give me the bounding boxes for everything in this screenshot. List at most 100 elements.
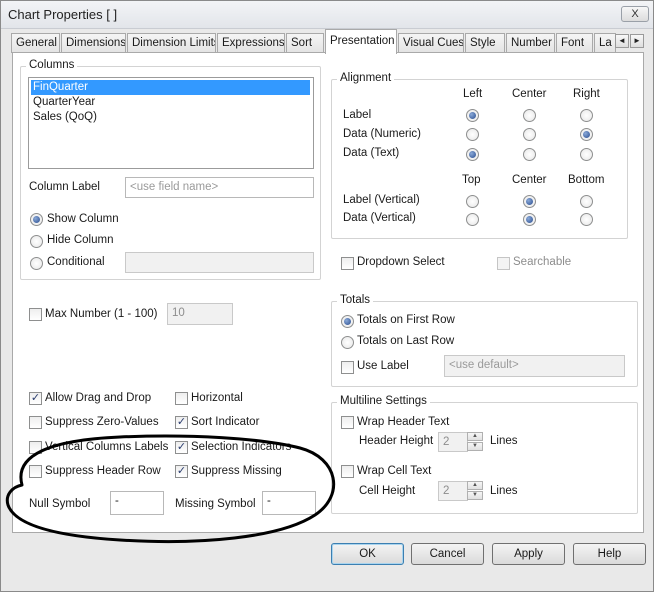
dropdown-select-checkbox[interactable] bbox=[341, 257, 354, 270]
tab-sort[interactable]: Sort bbox=[286, 33, 324, 53]
tab-scroll-right-icon[interactable]: ► bbox=[630, 34, 644, 48]
valign-header-center: Center bbox=[512, 174, 547, 186]
sort-indicator-checkbox[interactable]: ✓ bbox=[175, 416, 188, 429]
tab-scroll-left-icon[interactable]: ◄ bbox=[615, 34, 629, 48]
max-number-label: Max Number (1 - 100) bbox=[45, 308, 158, 320]
tab-layout-partial[interactable]: La bbox=[594, 33, 616, 53]
data-vertical-top-radio[interactable] bbox=[466, 213, 479, 226]
valign-row-label: Label (Vertical) bbox=[343, 194, 420, 206]
hide-column-radio[interactable] bbox=[30, 235, 43, 248]
use-label-checkbox[interactable] bbox=[341, 361, 354, 374]
header-height-unit: Lines bbox=[490, 435, 518, 447]
null-symbol-input[interactable]: - bbox=[110, 491, 164, 515]
show-column-radio[interactable] bbox=[30, 213, 43, 226]
conditional-radio[interactable] bbox=[30, 257, 43, 270]
allow-drag-drop-checkbox[interactable]: ✓ bbox=[29, 392, 42, 405]
max-number-checkbox[interactable] bbox=[29, 308, 42, 321]
numeric-center-radio[interactable] bbox=[523, 128, 536, 141]
tab-dimension-limits[interactable]: Dimension Limits bbox=[127, 33, 216, 53]
use-label-label: Use Label bbox=[357, 360, 409, 372]
tab-font[interactable]: Font bbox=[556, 33, 593, 53]
max-number-input: 10 bbox=[167, 303, 233, 325]
cell-height-input: 2 bbox=[438, 481, 468, 501]
suppress-zero-label: Suppress Zero-Values bbox=[45, 416, 159, 428]
tab-number[interactable]: Number bbox=[506, 33, 555, 53]
column-label-label: Column Label bbox=[29, 181, 100, 193]
tab-presentation[interactable]: Presentation bbox=[325, 29, 397, 54]
align-header-left: Left bbox=[463, 88, 483, 100]
selection-indicators-label: Selection Indicators bbox=[191, 441, 292, 453]
header-height-up-icon: ▲ bbox=[467, 432, 483, 441]
align-row-label: Label bbox=[343, 109, 372, 121]
horizontal-label: Horizontal bbox=[191, 392, 243, 404]
tab-style[interactable]: Style bbox=[465, 33, 505, 53]
data-vertical-bottom-radio[interactable] bbox=[580, 213, 593, 226]
suppress-zero-checkbox[interactable] bbox=[29, 416, 42, 429]
searchable-checkbox bbox=[497, 257, 510, 270]
close-button[interactable]: X bbox=[621, 6, 649, 22]
vertical-column-labels-checkbox[interactable] bbox=[29, 441, 42, 454]
list-item-sales-qoq[interactable]: Sales (QoQ) bbox=[31, 110, 310, 125]
suppress-missing-checkbox[interactable]: ✓ bbox=[175, 465, 188, 478]
columns-listbox[interactable]: FinQuarter QuarterYear Sales (QoQ) bbox=[28, 77, 314, 169]
suppress-header-row-label: Suppress Header Row bbox=[45, 465, 161, 477]
tab-visual-cues[interactable]: Visual Cues bbox=[398, 33, 464, 53]
text-center-radio[interactable] bbox=[523, 148, 536, 161]
label-left-radio[interactable] bbox=[466, 109, 479, 122]
horizontal-checkbox[interactable] bbox=[175, 392, 188, 405]
columns-group-label: Columns bbox=[26, 59, 78, 71]
totals-last-row-label: Totals on Last Row bbox=[357, 335, 455, 347]
text-left-radio[interactable] bbox=[466, 148, 479, 161]
text-right-radio[interactable] bbox=[580, 148, 593, 161]
wrap-header-text-checkbox[interactable] bbox=[341, 416, 354, 429]
allow-drag-drop-label: Allow Drag and Drop bbox=[45, 392, 152, 404]
multiline-settings-label: Multiline Settings bbox=[337, 395, 430, 407]
missing-symbol-input[interactable]: - bbox=[262, 491, 316, 515]
suppress-header-row-checkbox[interactable] bbox=[29, 465, 42, 478]
label-right-radio[interactable] bbox=[580, 109, 593, 122]
tab-dimensions[interactable]: Dimensions bbox=[61, 33, 126, 53]
apply-button[interactable]: Apply bbox=[492, 543, 565, 565]
selection-indicators-checkbox[interactable]: ✓ bbox=[175, 441, 188, 454]
list-item-quarteryear[interactable]: QuarterYear bbox=[31, 95, 310, 110]
align-header-center: Center bbox=[512, 88, 547, 100]
align-row-data-numeric: Data (Numeric) bbox=[343, 128, 421, 140]
label-vertical-bottom-radio[interactable] bbox=[580, 195, 593, 208]
totals-last-row-radio[interactable] bbox=[341, 336, 354, 349]
help-button[interactable]: Help bbox=[573, 543, 646, 565]
data-vertical-center-radio[interactable] bbox=[523, 213, 536, 226]
wrap-cell-text-checkbox[interactable] bbox=[341, 465, 354, 478]
dropdown-select-label: Dropdown Select bbox=[357, 256, 445, 268]
sort-indicator-label: Sort Indicator bbox=[191, 416, 260, 428]
align-header-right: Right bbox=[573, 88, 600, 100]
conditional-expression-input bbox=[125, 252, 314, 273]
cell-height-up-icon: ▲ bbox=[467, 481, 483, 490]
valign-header-top: Top bbox=[462, 174, 481, 186]
label-center-radio[interactable] bbox=[523, 109, 536, 122]
vertical-column-labels-label: Vertical Columns Labels bbox=[45, 441, 169, 453]
column-label-input[interactable]: <use field name> bbox=[125, 177, 314, 198]
cell-height-label: Cell Height bbox=[359, 485, 416, 497]
cancel-button[interactable]: Cancel bbox=[411, 543, 484, 565]
conditional-label: Conditional bbox=[47, 256, 105, 268]
ok-button[interactable]: OK bbox=[331, 543, 404, 565]
label-vertical-center-radio[interactable] bbox=[523, 195, 536, 208]
label-vertical-top-radio[interactable] bbox=[466, 195, 479, 208]
totals-first-row-radio[interactable] bbox=[341, 315, 354, 328]
align-row-data-text: Data (Text) bbox=[343, 147, 400, 159]
header-height-down-icon: ▼ bbox=[467, 442, 483, 451]
wrap-cell-text-label: Wrap Cell Text bbox=[357, 465, 432, 477]
valign-row-data: Data (Vertical) bbox=[343, 212, 416, 224]
window-title: Chart Properties [ ] bbox=[8, 7, 118, 22]
cell-height-unit: Lines bbox=[490, 485, 518, 497]
totals-first-row-label: Totals on First Row bbox=[357, 314, 455, 326]
use-label-input: <use default> bbox=[444, 355, 625, 377]
alignment-group-label: Alignment bbox=[337, 72, 395, 84]
tab-expressions[interactable]: Expressions bbox=[217, 33, 285, 53]
numeric-left-radio[interactable] bbox=[466, 128, 479, 141]
totals-group-label: Totals bbox=[337, 294, 374, 306]
tab-general[interactable]: General bbox=[11, 33, 60, 53]
list-item-finquarter[interactable]: FinQuarter bbox=[31, 80, 310, 95]
numeric-right-radio[interactable] bbox=[580, 128, 593, 141]
wrap-header-text-label: Wrap Header Text bbox=[357, 416, 450, 428]
